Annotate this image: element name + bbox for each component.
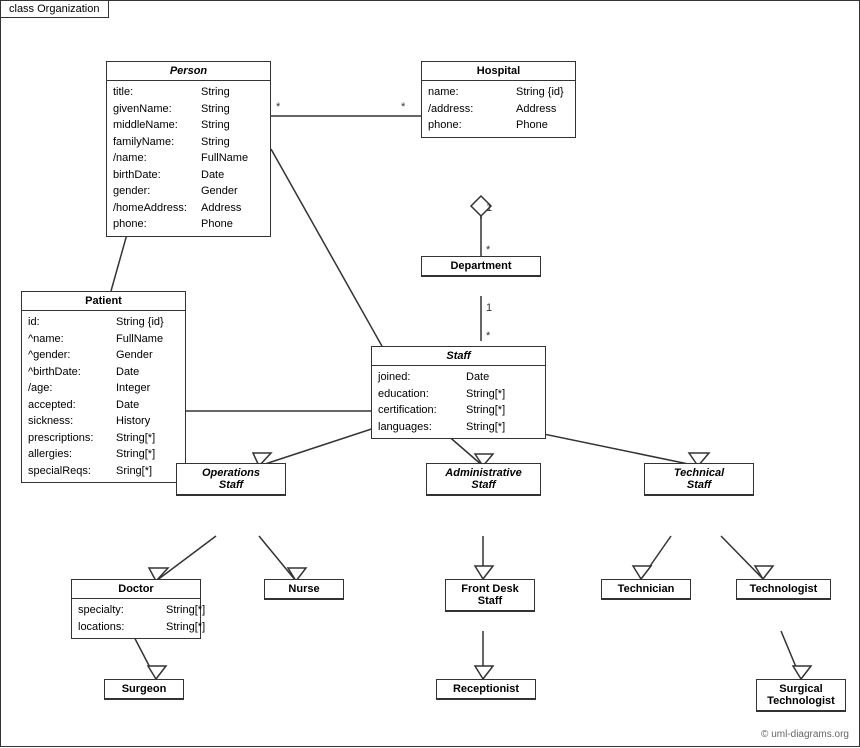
administrative-staff-class: Administrative Staff (426, 463, 541, 496)
administrative-staff-title: Administrative Staff (427, 464, 540, 495)
hospital-class: Hospital name:String {id} /address:Addre… (421, 61, 576, 138)
person-attrs: title:String givenName:String middleName… (107, 81, 270, 236)
svg-text:*: * (401, 101, 406, 113)
patient-class: Patient id:String {id} ^name:FullName ^g… (21, 291, 186, 483)
nurse-class: Nurse (264, 579, 344, 600)
doctor-title: Doctor (72, 580, 200, 599)
svg-text:*: * (486, 330, 491, 342)
surgical-technologist-title: Surgical Technologist (757, 680, 845, 711)
front-desk-staff-title: Front Desk Staff (446, 580, 534, 611)
staff-class: Staff joined:Date education:String[*] ce… (371, 346, 546, 439)
front-desk-staff-class: Front Desk Staff (445, 579, 535, 612)
diagram-title: class Organization (1, 1, 109, 18)
technologist-title: Technologist (737, 580, 830, 599)
operations-staff-class: Operations Staff (176, 463, 286, 496)
svg-text:1: 1 (486, 302, 492, 314)
department-class: Department (421, 256, 541, 277)
copyright: © uml-diagrams.org (761, 729, 849, 740)
hospital-title: Hospital (422, 62, 575, 81)
doctor-attrs: specialty:String[*] locations:String[*] (72, 599, 200, 638)
diagram-container: class Organization * * 1 * 1 * * (0, 0, 860, 747)
technical-staff-title: Technical Staff (645, 464, 753, 495)
operations-staff-title: Operations Staff (177, 464, 285, 495)
technician-title: Technician (602, 580, 690, 599)
surgical-technologist-class: Surgical Technologist (756, 679, 846, 712)
receptionist-title: Receptionist (437, 680, 535, 699)
svg-text:*: * (276, 101, 281, 113)
receptionist-class: Receptionist (436, 679, 536, 700)
surgeon-title: Surgeon (105, 680, 183, 699)
staff-title: Staff (372, 347, 545, 366)
technician-class: Technician (601, 579, 691, 600)
technical-staff-class: Technical Staff (644, 463, 754, 496)
person-class: Person title:String givenName:String mid… (106, 61, 271, 237)
person-title: Person (107, 62, 270, 81)
department-title: Department (422, 257, 540, 276)
hospital-attrs: name:String {id} /address:Address phone:… (422, 81, 575, 137)
svg-text:1: 1 (486, 202, 492, 214)
svg-text:*: * (486, 244, 491, 256)
doctor-class: Doctor specialty:String[*] locations:Str… (71, 579, 201, 639)
surgeon-class: Surgeon (104, 679, 184, 700)
patient-attrs: id:String {id} ^name:FullName ^gender:Ge… (22, 311, 185, 482)
staff-attrs: joined:Date education:String[*] certific… (372, 366, 545, 438)
technologist-class: Technologist (736, 579, 831, 600)
nurse-title: Nurse (265, 580, 343, 599)
patient-title: Patient (22, 292, 185, 311)
